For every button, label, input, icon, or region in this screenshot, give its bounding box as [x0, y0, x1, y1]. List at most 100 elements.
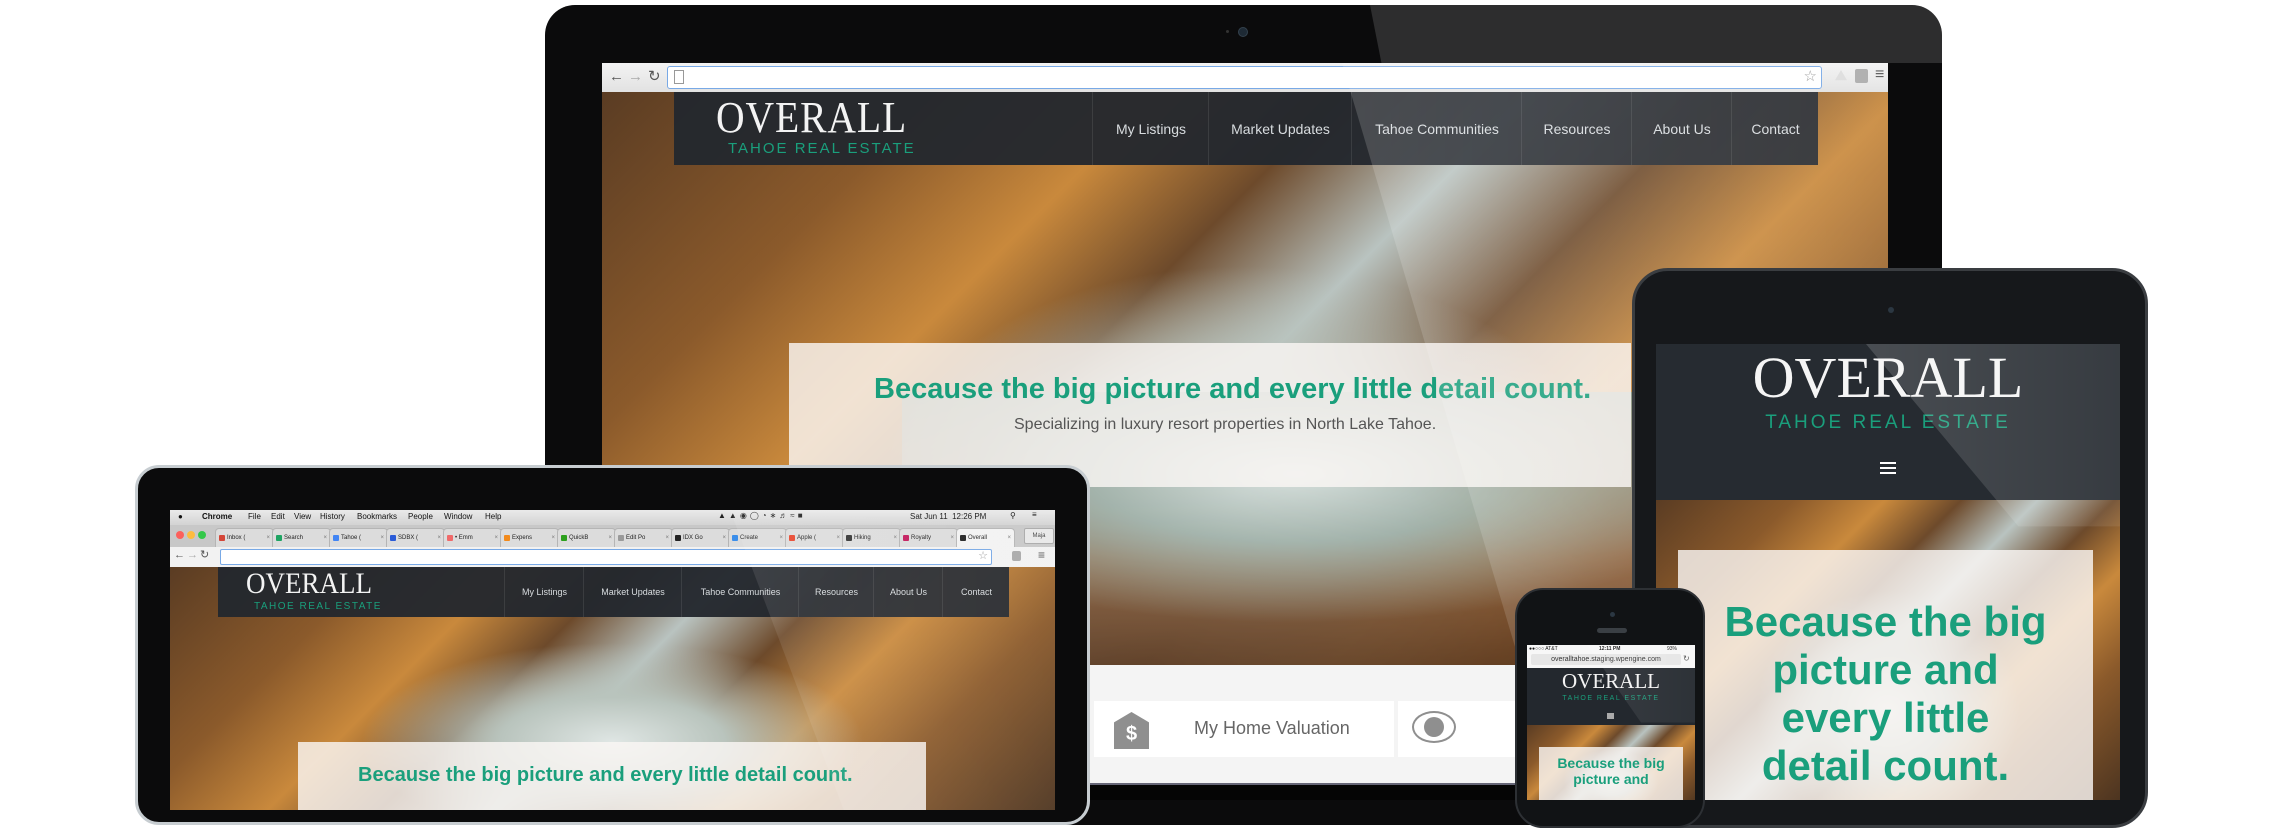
- tab-close-icon[interactable]: ×: [266, 535, 270, 541]
- nav-resources[interactable]: Resources: [798, 567, 874, 617]
- tablet-screen: OVERALL TAHOE REAL ESTATE Because the bi…: [1656, 344, 2120, 800]
- nav-about-us[interactable]: About Us: [1631, 92, 1732, 165]
- back-icon[interactable]: ←: [609, 68, 624, 85]
- nav-contact[interactable]: Contact: [1731, 92, 1819, 165]
- address-bar[interactable]: ☆: [667, 66, 1822, 89]
- profile-button[interactable]: Maja: [1024, 528, 1054, 544]
- menu-chrome[interactable]: Chrome: [202, 512, 232, 521]
- star-icon[interactable]: ☆: [1804, 67, 1817, 85]
- browser-tab[interactable]: SDBX (×: [386, 528, 445, 547]
- nav-market-updates[interactable]: Market Updates: [1208, 92, 1352, 165]
- extension-icon[interactable]: [1855, 69, 1868, 83]
- status-icons: ▲▲◉◯◔∗♬≈■: [718, 511, 806, 520]
- zoom-window-button[interactable]: [198, 531, 206, 539]
- hamburger-menu-icon[interactable]: [1880, 462, 1896, 474]
- site-logo[interactable]: OVERALL: [716, 92, 907, 143]
- address-bar[interactable]: ☆: [220, 549, 992, 565]
- tab-close-icon[interactable]: ×: [722, 535, 726, 541]
- nav-my-listings[interactable]: My Listings: [1092, 92, 1209, 165]
- reload-icon[interactable]: ↻: [1683, 654, 1690, 663]
- tab-favicon-icon: [618, 535, 624, 541]
- menu-help[interactable]: Help: [485, 512, 501, 521]
- browser-tab[interactable]: Inbox (×: [215, 528, 274, 547]
- tab-close-icon[interactable]: ×: [779, 535, 783, 541]
- laptop-browser-toolbar: ← → ↻ ☆ ≡: [170, 547, 1055, 568]
- menu-history[interactable]: History: [320, 512, 345, 521]
- nav-market-updates[interactable]: Market Updates: [583, 567, 682, 617]
- menu-window[interactable]: Window: [444, 512, 472, 521]
- extension-icon[interactable]: [1012, 551, 1021, 561]
- browser-tab[interactable]: Create ×: [728, 528, 787, 547]
- nav-tahoe-communities[interactable]: Tahoe Communities: [1351, 92, 1522, 165]
- site-logo-subtitle: TAHOE REAL ESTATE: [728, 140, 916, 157]
- browser-tab[interactable]: Expens ×: [500, 528, 559, 547]
- tab-close-icon[interactable]: ×: [608, 535, 612, 541]
- reload-icon[interactable]: ↻: [200, 548, 209, 561]
- browser-tab[interactable]: • Emm ×: [443, 528, 502, 547]
- tab-close-icon[interactable]: ×: [665, 535, 669, 541]
- tab-close-icon[interactable]: ×: [836, 535, 840, 541]
- spotlight-icon[interactable]: ⚲: [1010, 511, 1016, 520]
- tab-favicon-icon: [903, 535, 909, 541]
- tab-close-icon[interactable]: ×: [950, 535, 954, 541]
- nav-about-us[interactable]: About Us: [873, 567, 943, 617]
- close-window-button[interactable]: [176, 531, 184, 539]
- safari-url-bar[interactable]: overalltahoe.staging.wpengine.com ↻: [1527, 653, 1695, 668]
- nav-resources[interactable]: Resources: [1521, 92, 1632, 165]
- menubar-clock[interactable]: Sat Jun 11 12:26 PM: [910, 512, 986, 521]
- browser-tab[interactable]: IDX Go ×: [671, 528, 730, 547]
- tab-favicon-icon: [219, 535, 225, 541]
- menu-view[interactable]: View: [294, 512, 311, 521]
- back-icon[interactable]: ←: [174, 549, 185, 561]
- tab-close-icon[interactable]: ×: [323, 535, 327, 541]
- reload-icon[interactable]: ↻: [648, 67, 661, 85]
- notification-icon[interactable]: ≡: [1032, 510, 1037, 519]
- browser-tab[interactable]: Search ×: [272, 528, 331, 547]
- forward-icon[interactable]: →: [628, 68, 643, 85]
- browser-tab[interactable]: Overall ×: [956, 528, 1015, 547]
- tab-close-icon[interactable]: ×: [437, 535, 441, 541]
- tab-close-icon[interactable]: ×: [494, 535, 498, 541]
- hamburger-menu-icon[interactable]: [1607, 713, 1614, 719]
- browser-tab[interactable]: Hiking ×: [842, 528, 901, 547]
- chrome-menu-icon[interactable]: ≡: [1875, 66, 1884, 84]
- chrome-menu-icon[interactable]: ≡: [1038, 548, 1045, 562]
- extension-drive-icon[interactable]: [1835, 70, 1847, 81]
- hero-headline-line-2: picture and: [1772, 646, 1999, 693]
- tab-label: Search: [284, 535, 304, 541]
- nav-my-listings[interactable]: My Listings: [504, 567, 584, 617]
- minimize-window-button[interactable]: [187, 531, 195, 539]
- browser-tab[interactable]: Royalty ×: [899, 528, 958, 547]
- tab-close-icon[interactable]: ×: [551, 535, 555, 541]
- tab-label: IDX Go: [683, 535, 703, 541]
- tab-close-icon[interactable]: ×: [893, 535, 897, 541]
- browser-tab[interactable]: Apple (×: [785, 528, 844, 547]
- menu-bookmarks[interactable]: Bookmarks: [357, 512, 397, 521]
- tab-close-icon[interactable]: ×: [1007, 535, 1011, 541]
- tab-label: Overall: [968, 535, 988, 541]
- menu-people[interactable]: People: [408, 512, 433, 521]
- apple-icon[interactable]: ●: [178, 512, 183, 521]
- nav-contact[interactable]: Contact: [942, 567, 1010, 617]
- site-header: OVERALL TAHOE REAL ESTATE: [1656, 344, 2120, 500]
- site-logo[interactable]: OVERALL: [1656, 344, 2120, 411]
- browser-tab[interactable]: Edit Po ×: [614, 528, 673, 547]
- browser-tab[interactable]: Tahoe (×: [329, 528, 388, 547]
- menu-file[interactable]: File: [248, 512, 261, 521]
- tab-favicon-icon: [561, 535, 567, 541]
- tab-close-icon[interactable]: ×: [380, 535, 384, 541]
- tile-home-valuation[interactable]: $ My Home Valuation: [1094, 701, 1394, 757]
- tile-label: My Home Valuation: [1194, 718, 1350, 738]
- nav-tahoe-communities[interactable]: Tahoe Communities: [681, 567, 799, 617]
- tab-favicon-icon: [504, 535, 510, 541]
- star-icon[interactable]: ☆: [978, 549, 988, 562]
- hero-headline: Because the big picture and every little…: [358, 764, 853, 786]
- site-logo[interactable]: OVERALL: [246, 567, 372, 601]
- hero-headline-line-2: picture and: [1573, 771, 1649, 787]
- site-logo[interactable]: OVERALL: [1527, 669, 1695, 694]
- clock: 12:11 PM: [1599, 646, 1621, 652]
- tab-favicon-icon: [390, 535, 396, 541]
- forward-icon[interactable]: →: [187, 549, 198, 561]
- browser-tab[interactable]: QuickB ×: [557, 528, 616, 547]
- menu-edit[interactable]: Edit: [271, 512, 285, 521]
